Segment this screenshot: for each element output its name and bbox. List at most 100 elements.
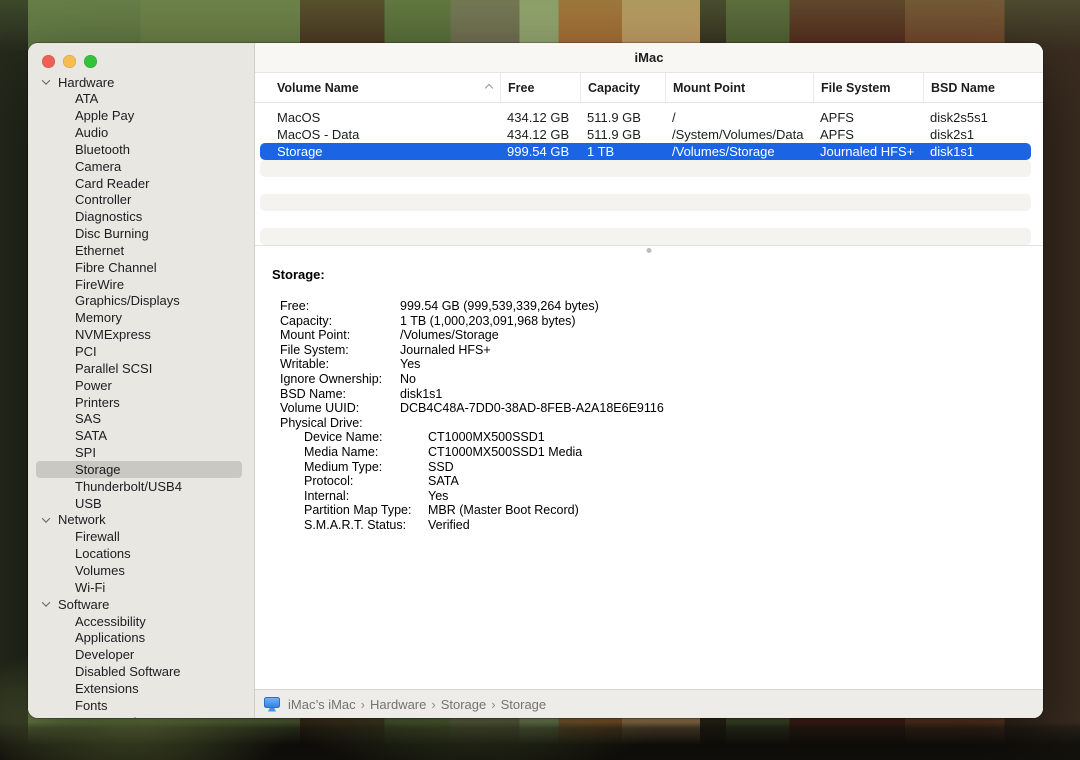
column-header-label: Mount Point — [673, 81, 745, 95]
breadcrumb-separator: › — [431, 697, 435, 712]
sidebar-item-bluetooth[interactable]: Bluetooth — [28, 141, 254, 158]
sidebar-item-nvmexpress[interactable]: NVMExpress — [28, 326, 254, 343]
chevron-down-icon — [42, 514, 50, 522]
sidebar-item-extensions[interactable]: Extensions — [28, 680, 254, 697]
sidebar-item-storage[interactable]: Storage — [36, 461, 242, 478]
table-empty-row — [260, 211, 1031, 228]
desktop-wallpaper: HardwareATAApple PayAudioBluetooth Camera… — [0, 0, 1080, 760]
breadcrumb-segment: Storage — [501, 697, 547, 712]
table-row-macos[interactable]: MacOS434.12 GB511.9 GB/APFSdisk2s5s1 — [260, 109, 1031, 126]
sidebar-item-apple-pay[interactable]: Apple Pay — [28, 107, 254, 124]
column-header-file-system[interactable]: File System — [813, 73, 923, 102]
column-header-capacity[interactable]: Capacity — [580, 73, 665, 102]
detail-value: Yes — [428, 489, 448, 504]
detail-value: MBR (Master Boot Record) — [428, 503, 579, 518]
sidebar-item-label: Applications — [75, 630, 145, 645]
sidebar-item-fonts[interactable]: Fonts — [28, 697, 254, 714]
sidebar-item-accessibility[interactable]: Accessibility — [28, 613, 254, 630]
table-cell: 999.54 GB — [500, 143, 580, 160]
sidebar-item-label: Thunderbolt/USB4 — [75, 479, 182, 494]
sidebar-item-sata[interactable]: SATA — [28, 427, 254, 444]
sidebar-group-software[interactable]: Software — [28, 596, 254, 613]
sidebar-category-list: HardwareATAApple PayAudioBluetooth Camera… — [28, 74, 254, 718]
sidebar-item-ata[interactable]: ATA — [28, 90, 254, 107]
sidebar-item-audio[interactable]: Audio — [28, 124, 254, 141]
sidebar-item-pci[interactable]: PCI — [28, 343, 254, 360]
table-cell: / — [665, 109, 813, 126]
splitter-handle-icon[interactable] — [647, 248, 652, 253]
detail-value: No — [400, 372, 416, 387]
sidebar-item-disc-burning[interactable]: Disc Burning — [28, 225, 254, 242]
sidebar-item-label: Camera — [75, 159, 121, 174]
table-cell: 1 TB — [580, 143, 665, 160]
detail-value: Journaled HFS+ — [400, 343, 491, 358]
sidebar-item-ethernet[interactable]: Ethernet — [28, 242, 254, 259]
sidebar-item-label: Storage — [75, 462, 121, 477]
table-cell: 434.12 GB — [500, 126, 580, 143]
sidebar-item-label: USB — [75, 496, 102, 511]
detail-label: Protocol: — [304, 474, 428, 489]
sidebar-item-parallel-scsi[interactable]: Parallel SCSI — [28, 360, 254, 377]
sidebar-item-label: Memory — [75, 310, 122, 325]
sidebar-item-power[interactable]: Power — [28, 377, 254, 394]
sidebar-item-camera[interactable]: Camera — [28, 158, 254, 175]
sidebar-item-locations[interactable]: Locations — [28, 545, 254, 562]
detail-value: 999.54 GB (999,539,339,264 bytes) — [400, 299, 599, 314]
detail-row-file-system: File System:Journaled HFS+ — [280, 343, 1043, 358]
sidebar-item-controller[interactable]: Controller — [28, 192, 254, 209]
column-header-label: Volume Name — [277, 81, 359, 95]
detail-row-free: Free:999.54 GB (999,539,339,264 bytes) — [280, 299, 1043, 314]
detail-label: Internal: — [304, 489, 428, 504]
detail-label: Physical Drive: — [280, 416, 400, 431]
volumes-table: MacOS434.12 GB511.9 GB/APFSdisk2s5s1MacO… — [255, 103, 1043, 245]
sidebar-item-printers[interactable]: Printers — [28, 394, 254, 411]
detail-value: 1 TB (1,000,203,091,968 bytes) — [400, 314, 576, 329]
sidebar-item-thunderbolt-usb4[interactable]: Thunderbolt/USB4 — [28, 478, 254, 495]
sidebar-item-spi[interactable]: SPI — [28, 444, 254, 461]
sidebar-item-sas[interactable]: SAS — [28, 410, 254, 427]
sidebar-item-usb[interactable]: USB — [28, 495, 254, 512]
sidebar-item-label: Diagnostics — [75, 209, 142, 224]
sidebar-item-memory[interactable]: Memory — [28, 309, 254, 326]
column-header-volume-name[interactable]: Volume Name — [260, 73, 500, 102]
detail-row-writable: Writable:Yes — [280, 357, 1043, 372]
sidebar-item-label: Bluetooth — [75, 142, 130, 157]
table-row-macos-data[interactable]: MacOS - Data434.12 GB511.9 GB/System/Vol… — [260, 126, 1031, 143]
sidebar-item-volumes[interactable]: Volumes — [28, 562, 254, 579]
sidebar-item-disabled-software[interactable]: Disabled Software — [28, 663, 254, 680]
column-header-bsd-name[interactable]: BSD Name — [923, 73, 1031, 102]
sidebar-item-firewall[interactable]: Firewall — [28, 528, 254, 545]
sidebar-item-applications[interactable]: Applications — [28, 629, 254, 646]
sidebar-group-hardware[interactable]: Hardware — [28, 74, 254, 91]
detail-label: Device Name: — [304, 430, 428, 445]
column-header-mount-point[interactable]: Mount Point — [665, 73, 813, 102]
sidebar-item-frameworks[interactable]: Frameworks — [28, 714, 254, 718]
sidebar-item-firewire[interactable]: FireWire — [28, 276, 254, 293]
sidebar-item-diagnostics[interactable]: Diagnostics — [28, 208, 254, 225]
detail-value: SSD — [428, 460, 454, 475]
zoom-button[interactable] — [84, 55, 97, 68]
details-pane: Storage: Free:999.54 GB (999,539,339,264… — [255, 254, 1043, 689]
sidebar-group-network[interactable]: Network — [28, 512, 254, 529]
column-header-label: Capacity — [588, 81, 640, 95]
sidebar-item-label: ATA — [75, 91, 98, 106]
sidebar-item-card-reader[interactable]: Card Reader — [28, 175, 254, 192]
detail-row-physical-drive: Physical Drive: — [280, 416, 1043, 431]
close-button[interactable] — [42, 55, 55, 68]
sidebar-item-fibre-channel[interactable]: Fibre Channel — [28, 259, 254, 276]
column-header-free[interactable]: Free — [500, 73, 580, 102]
table-row-storage[interactable]: Storage999.54 GB1 TB/Volumes/StorageJour… — [260, 143, 1031, 160]
breadcrumb-segment: Storage — [441, 697, 487, 712]
table-cell: Journaled HFS+ — [813, 143, 923, 160]
detail-value: /Volumes/Storage — [400, 328, 499, 343]
sidebar-item-wi-fi[interactable]: Wi-Fi — [28, 579, 254, 596]
minimize-button[interactable] — [63, 55, 76, 68]
pane-splitter[interactable] — [255, 245, 1043, 254]
detail-label: Capacity: — [280, 314, 400, 329]
sidebar-item-developer[interactable]: Developer — [28, 646, 254, 663]
sort-ascending-icon — [485, 83, 493, 91]
breadcrumb-separator: › — [361, 697, 365, 712]
sidebar-item-graphics-displays[interactable]: Graphics/Displays — [28, 293, 254, 310]
sidebar-item-label: FireWire — [75, 277, 124, 292]
sidebar-item-label: Disc Burning — [75, 226, 149, 241]
